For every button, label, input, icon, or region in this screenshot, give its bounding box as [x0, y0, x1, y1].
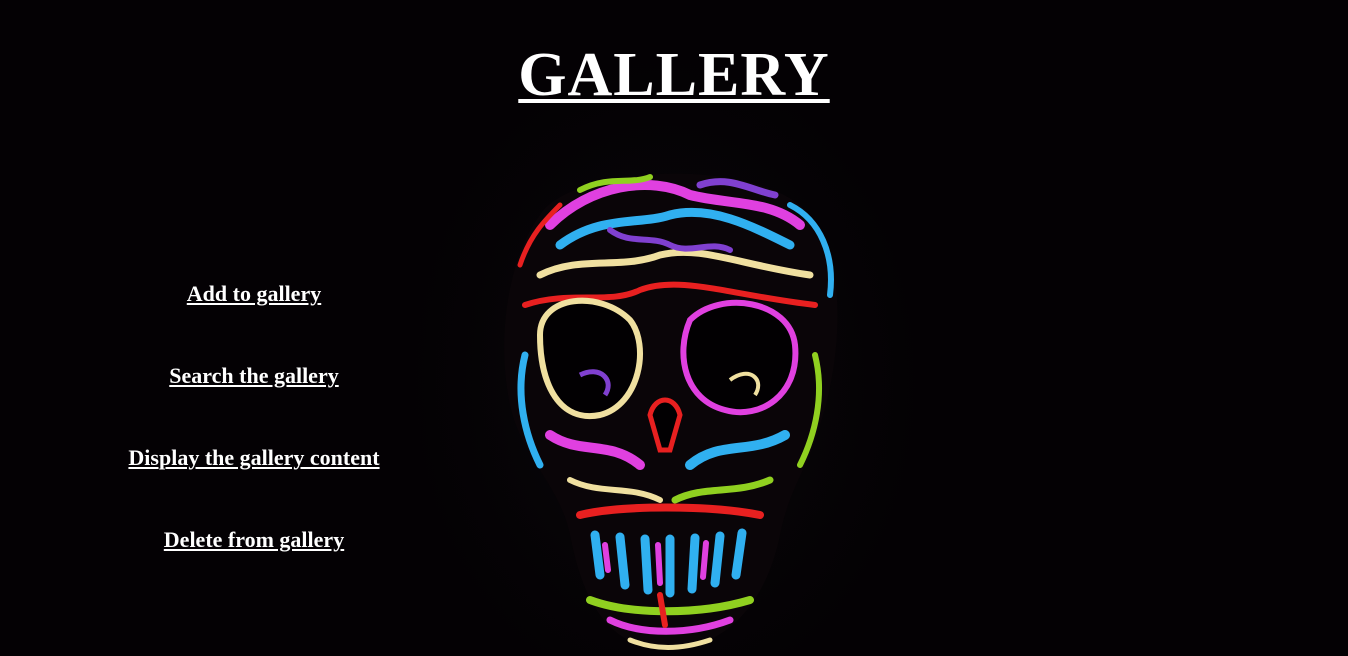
add-to-gallery-link[interactable]: Add to gallery	[0, 281, 508, 307]
display-gallery-content-link[interactable]: Display the gallery content	[0, 445, 508, 471]
search-gallery-link[interactable]: Search the gallery	[0, 363, 508, 389]
delete-from-gallery-link[interactable]: Delete from gallery	[0, 527, 508, 553]
page-title: GALLERY	[518, 41, 830, 109]
